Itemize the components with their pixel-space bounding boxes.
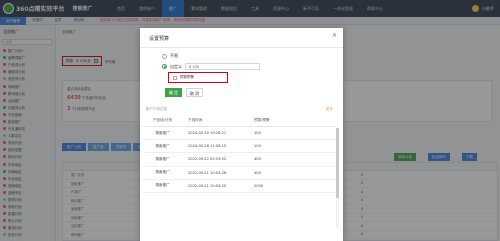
log-cell: 2022-09-21 10:03:28: [188, 170, 227, 175]
radio-unlimited[interactable]: [162, 53, 167, 59]
log-header-budget: 预算/预警: [254, 117, 270, 122]
close-icon[interactable]: ✕: [332, 33, 337, 39]
log-cell: 搜索推广: [155, 143, 170, 148]
radio-custom[interactable]: [162, 64, 167, 69]
budget-dialog: 设置预算 ✕ 不限 自定义 ¥ 100 预算预警 确 定 取 消 账户下线记录 …: [140, 28, 343, 241]
log-table-header: 产品线/计划 下线时间 预算/预警: [143, 114, 336, 127]
log-cell: 100: [254, 131, 261, 136]
budget-warning-option[interactable]: 预算预警: [168, 72, 228, 83]
log-cell: 400: [254, 157, 261, 162]
log-cell: 2022-09-21 10:03:20: [188, 183, 227, 188]
log-scroll-thumb[interactable]: [336, 128, 339, 198]
log-header-time: 下线时间: [188, 117, 203, 122]
warning-label: 预算预警: [180, 75, 194, 79]
dialog-header: 设置预算 ✕: [140, 28, 343, 48]
log-cell: 100: [254, 144, 261, 149]
budget-amount-input[interactable]: ¥ 100: [185, 63, 260, 70]
option-unlimited[interactable]: 不限: [162, 53, 178, 59]
log-table-body: 搜索推广 2024-05-30 19:26:21 100 搜索推广 2024-05-28…: [143, 127, 336, 193]
log-cell: 2024-05-30 19:26:21: [188, 131, 227, 136]
log-row: 搜索推广 2022-09-21 10:03:28 400: [143, 167, 336, 180]
log-cell: 搜索推广: [155, 156, 170, 161]
log-row: 搜索推广 2022-09-22 02:53:52 400: [143, 153, 336, 167]
log-cell: 搜索推广: [155, 130, 170, 135]
log-cell: 2022-09-22 02:53:52: [188, 157, 227, 162]
log-scrollbar[interactable]: [336, 128, 339, 228]
log-cell: 2024-05-28 11:58:15: [188, 144, 227, 149]
log-cell: 搜索推广: [155, 170, 170, 175]
log-title: 账户下线记录: [146, 107, 167, 111]
offline-log-table: 产品线/计划 下线时间 预算/预警 搜索推广 2024-05-30 19:26:2…: [143, 114, 336, 193]
log-more-link[interactable]: 更多: [326, 107, 333, 112]
log-row: 搜索推广 2022-09-21 10:03:20 2000: [143, 180, 336, 193]
log-cell: 搜索推广: [155, 183, 170, 188]
option-custom[interactable]: 自定义 ¥ 100: [162, 63, 260, 70]
option-unlimited-label: 不限: [170, 53, 178, 58]
warning-checkbox[interactable]: [173, 75, 177, 80]
log-cell: 2000: [254, 183, 264, 188]
dialog-title: 设置预算: [149, 36, 170, 42]
log-header-product: 产品线/计划: [152, 117, 173, 122]
cancel-button[interactable]: 取 消: [186, 88, 203, 97]
confirm-button[interactable]: 确 定: [165, 88, 182, 97]
log-row: 搜索推广 2024-05-30 19:26:21 100: [143, 127, 336, 141]
log-row: 搜索推广 2024-05-28 11:58:15 100: [143, 140, 336, 154]
log-cell: 400: [254, 170, 261, 175]
option-custom-label: 自定义: [170, 63, 182, 69]
